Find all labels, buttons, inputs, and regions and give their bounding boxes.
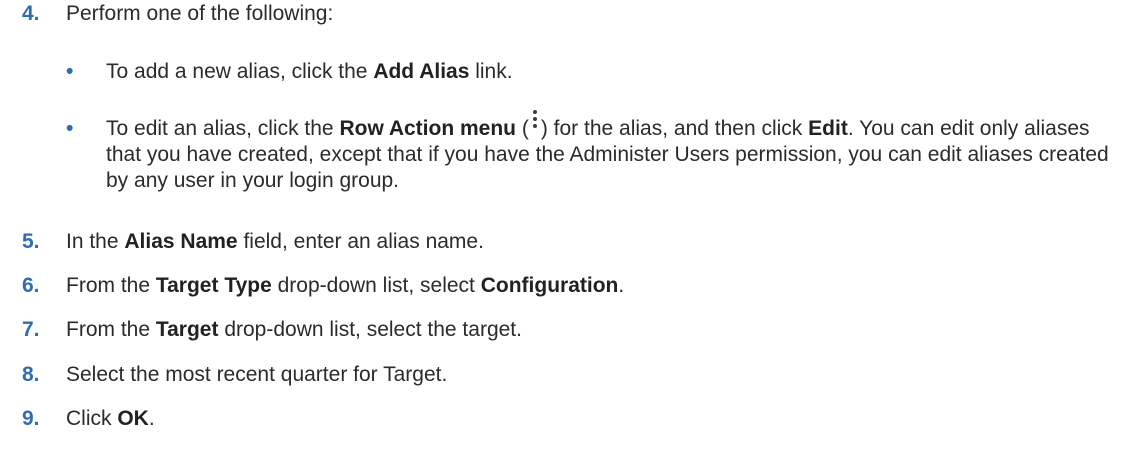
ui-term-target-type: Target Type (155, 274, 272, 297)
text-segment: drop-down list, select (271, 274, 481, 297)
option-add-alias: • To add a new alias, click the Add Alia… (66, 59, 1116, 85)
ui-term-row-action-menu: Row Action menu (339, 117, 517, 140)
bullet-marker: • (66, 117, 74, 140)
text-segment: From the (66, 318, 156, 341)
step-6: 6. From the Target Type drop-down list, s… (22, 273, 1122, 299)
step-5: 5. In the Alias Name field, enter an alia… (22, 229, 1122, 255)
text-segment: From the (66, 274, 156, 297)
step-number: 4. (22, 2, 40, 25)
step-number: 5. (22, 230, 40, 253)
step-9: 9. Click OK. (22, 406, 1122, 432)
step-text: Select the most recent quarter for Targe… (66, 363, 448, 386)
ui-term-add-alias: Add Alias (373, 60, 470, 83)
text-segment: ( (516, 117, 529, 140)
text-segment: field, enter an alias name. (237, 230, 484, 253)
text-segment: link. (469, 60, 513, 83)
step-number: 9. (22, 407, 40, 430)
text-segment: . (618, 274, 625, 297)
more-vertical-icon (529, 110, 541, 142)
option-text: To edit an alias, click the Row Action m… (106, 110, 1116, 194)
step-4: 4. Perform one of the following: (22, 1, 1122, 27)
text-segment: . (148, 407, 155, 430)
step-number: 7. (22, 318, 40, 341)
text-segment: To edit an alias, click the (106, 117, 340, 140)
step-7: 7. From the Target drop-down list, select… (22, 317, 1122, 343)
ui-term-edit: Edit (808, 117, 848, 140)
text-segment: drop-down list, select the target. (218, 318, 522, 341)
text-segment: To add a new alias, click the (106, 60, 374, 83)
ui-term-ok: OK (117, 407, 149, 430)
step-number: 8. (22, 363, 40, 386)
step-8: 8. Select the most recent quarter for Tar… (22, 362, 1122, 388)
option-text: To add a new alias, click the Add Alias … (106, 59, 1116, 85)
bullet-marker: • (66, 60, 74, 83)
text-segment: Click (66, 407, 118, 430)
text-segment: In the (66, 230, 125, 253)
step-number: 6. (22, 274, 40, 297)
step-text: Perform one of the following: (66, 2, 334, 25)
text-segment: ) for the alias, and then click (540, 117, 809, 140)
option-edit-alias: • To edit an alias, click the Row Action… (66, 110, 1116, 194)
ui-term-target: Target (155, 318, 219, 341)
ui-term-configuration: Configuration (480, 274, 619, 297)
ui-term-alias-name: Alias Name (124, 230, 238, 253)
